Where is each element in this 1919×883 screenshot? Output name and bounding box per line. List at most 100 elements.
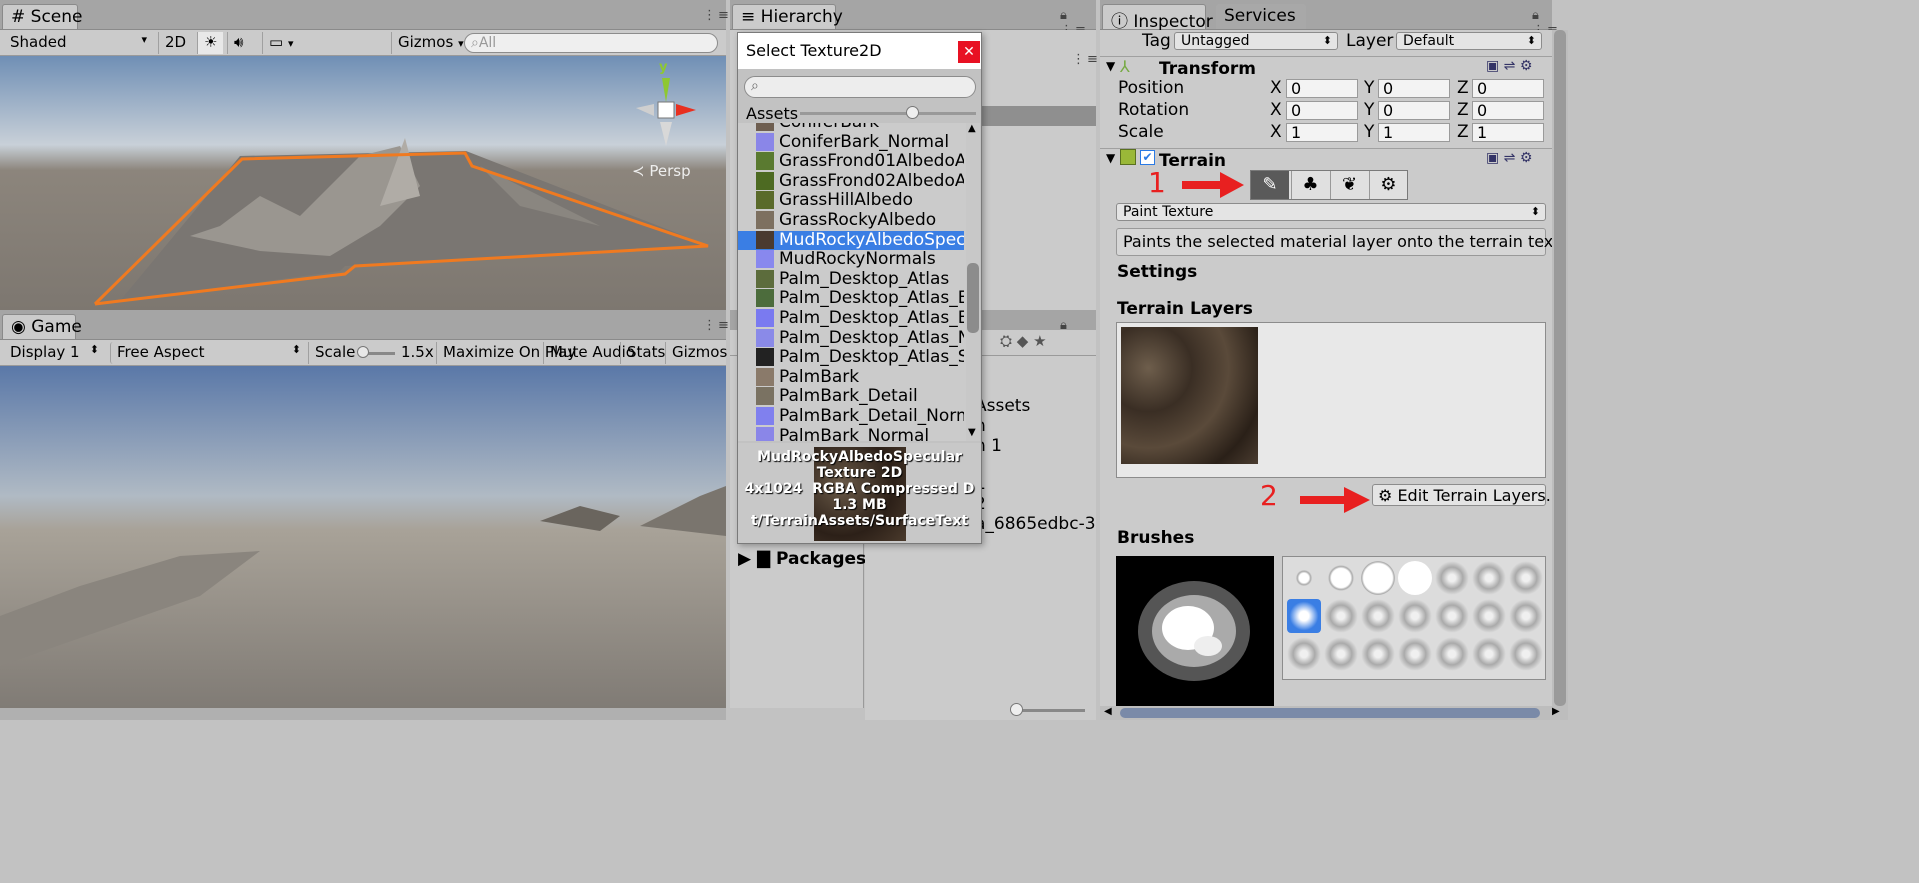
tab-inspector[interactable]: ⓘ Inspector [1102, 4, 1213, 32]
tab-scene[interactable]: # Scene [2, 4, 83, 29]
game-horizontal-scrollbar[interactable] [0, 708, 726, 720]
lighting-toggle-button[interactable]: ☀ [197, 32, 224, 54]
terrain-header[interactable]: ▼ ✔ Terrain ▣ ⇌ ⚙ [1100, 148, 1552, 171]
dialog-search-input[interactable]: ⌕ [744, 76, 976, 98]
scene-search-input[interactable]: ⌕All [464, 33, 718, 53]
scene-viewport[interactable]: y ≺ Persp [0, 56, 726, 310]
edit-terrain-layers-button[interactable]: ⚙ Edit Terrain Layers... [1372, 484, 1552, 506]
project-filter-icons[interactable]: ⛭ ◆ ★ [1000, 332, 1047, 350]
brush-option[interactable] [1287, 637, 1321, 671]
list-item[interactable]: a_6865edbc-345 [975, 514, 1096, 534]
scrollbar-thumb[interactable] [967, 263, 979, 333]
effects-dropdown[interactable]: ▭ ▾ [262, 32, 302, 54]
game-gizmos-button[interactable]: Gizmos [665, 342, 733, 364]
brush-option[interactable] [1435, 599, 1469, 633]
tab-assets[interactable]: Assets [746, 104, 798, 123]
scroll-right-icon[interactable]: ▶ [1552, 706, 1560, 717]
brush-option[interactable] [1472, 561, 1506, 595]
texture-list-scrollbar[interactable]: ▲ ▼ [966, 123, 980, 441]
paint-details-tool-button[interactable]: ❦ [1330, 171, 1368, 199]
rotation-y-field[interactable]: 0 [1378, 101, 1450, 120]
brush-option[interactable] [1398, 599, 1432, 633]
layer-dropdown[interactable]: Default ⬍ [1396, 32, 1542, 50]
gizmos-dropdown[interactable]: Gizmos ▾ [391, 32, 464, 54]
paint-brush-tool-button[interactable]: ✎ [1251, 171, 1289, 199]
2d-toggle-button[interactable]: 2D [158, 32, 192, 54]
brush-option[interactable] [1287, 599, 1321, 633]
brush-option[interactable] [1398, 561, 1432, 595]
aspect-dropdown[interactable]: Free Aspect ⬍ [110, 342, 306, 364]
scale-x-field[interactable]: 1 [1286, 123, 1358, 142]
texture-list-item[interactable]: ConiferBark_Normal [738, 132, 964, 152]
terrain-layer-thumbnail[interactable] [1121, 327, 1258, 464]
panel-menu-icon[interactable]: ⋮≡ [703, 8, 731, 23]
rotation-z-field[interactable]: 0 [1472, 101, 1544, 120]
texture-list-item[interactable]: Palm_Desktop_Atlas_Billb [738, 289, 964, 308]
terrain-settings-tool-button[interactable]: ⚙ [1369, 171, 1407, 199]
texture-list-item[interactable]: Palm_Desktop_Atlas_Billb [738, 309, 964, 328]
icon-size-slider-handle[interactable] [1010, 703, 1023, 716]
texture-list-item[interactable]: PalmBark [738, 367, 964, 387]
close-button[interactable]: ✕ [958, 41, 980, 63]
scale-slider-handle[interactable] [357, 346, 369, 358]
brush-option[interactable] [1509, 637, 1543, 671]
paint-mode-dropdown[interactable]: Paint Texture ⬍ [1116, 203, 1546, 221]
brush-option[interactable] [1324, 637, 1358, 671]
packages-folder[interactable]: ▶ ▇ Packages [738, 549, 866, 569]
brush-option[interactable] [1509, 599, 1543, 633]
stats-button[interactable]: Stats [620, 342, 671, 364]
panel-menu-icon[interactable]: ⋮≡ [1072, 52, 1100, 67]
component-icons[interactable]: ▣ ⇌ ⚙ [1486, 58, 1532, 74]
brush-option[interactable] [1472, 637, 1506, 671]
scrollbar-thumb[interactable] [1120, 708, 1540, 718]
scroll-down-icon[interactable]: ▼ [968, 427, 976, 438]
scrollbar-thumb[interactable] [1554, 30, 1566, 706]
paint-trees-tool-button[interactable]: ♣ [1291, 171, 1329, 199]
position-x-field[interactable]: 0 [1286, 79, 1358, 98]
position-z-field[interactable]: 0 [1472, 79, 1544, 98]
shading-dropdown[interactable]: Shaded ▾ [4, 32, 152, 54]
scroll-up-icon[interactable]: ▲ [968, 123, 976, 134]
texture-list-item[interactable]: GrassHillAlbedo [738, 191, 964, 210]
thumbnail-size-slider-handle[interactable] [906, 106, 919, 119]
brush-option[interactable] [1361, 561, 1395, 595]
brush-option[interactable] [1361, 637, 1395, 671]
scroll-left-icon[interactable]: ◀ [1104, 706, 1112, 717]
brush-option[interactable] [1324, 599, 1358, 633]
position-y-field[interactable]: 0 [1378, 79, 1450, 98]
texture-list-item[interactable]: Palm_Desktop_Atlas [738, 269, 964, 289]
inspector-horizontal-scrollbar[interactable]: ◀ ▶ [1100, 706, 1568, 720]
texture-list-item[interactable]: ConiferBark [738, 123, 964, 132]
transform-header[interactable]: ▼ ⅄ Transform ▣ ⇌ ⚙ [1100, 56, 1552, 79]
foldout-arrow-icon[interactable]: ▼ [1106, 59, 1115, 73]
texture-list-item[interactable]: MudRockyAlbedoSpecular [738, 230, 964, 250]
texture-list-item[interactable]: MudRockyNormals [738, 250, 964, 269]
list-item[interactable]: Assets [975, 396, 1030, 416]
inspector-vertical-scrollbar[interactable] [1552, 30, 1568, 706]
component-icons[interactable]: ▣ ⇌ ⚙ [1486, 150, 1532, 166]
audio-toggle-button[interactable]: 🔊︎ [227, 32, 249, 54]
brush-option[interactable] [1324, 561, 1358, 595]
tab-game[interactable]: ◉ Game [2, 314, 82, 339]
texture-list-item[interactable]: PalmBark_Normal [738, 426, 964, 441]
brush-option[interactable] [1472, 599, 1506, 633]
rotation-x-field[interactable]: 0 [1286, 101, 1358, 120]
foldout-arrow-icon[interactable]: ▼ [1106, 151, 1115, 165]
brush-option[interactable] [1435, 637, 1469, 671]
panel-menu-icon[interactable]: ⋮≡ [703, 318, 731, 333]
icon-size-slider[interactable] [1015, 709, 1085, 712]
texture-list-item[interactable]: Palm_Desktop_Atlas_Spec [738, 348, 964, 367]
display-dropdown[interactable]: Display 1 ⬍ [4, 342, 104, 364]
brush-option[interactable] [1435, 561, 1469, 595]
hierarchy-selected-row[interactable] [980, 106, 1096, 126]
texture-list-item[interactable]: GrassRockyAlbedo [738, 211, 964, 230]
texture-list-item[interactable]: GrassFrond02AlbedoAlpha [738, 171, 964, 191]
texture-list-item[interactable]: PalmBark_Detail_Normal [738, 407, 964, 426]
game-viewport[interactable] [0, 366, 726, 708]
texture-list-item[interactable]: GrassFrond01AlbedoAlpha [738, 152, 964, 171]
enabled-checkbox[interactable]: ✔ [1140, 150, 1155, 165]
thumbnail-size-slider[interactable] [800, 112, 976, 115]
brush-option[interactable] [1287, 561, 1321, 595]
texture-list-item[interactable]: Palm_Desktop_Atlas_Norr [738, 328, 964, 348]
texture-list-item[interactable]: PalmBark_Detail [738, 387, 964, 406]
